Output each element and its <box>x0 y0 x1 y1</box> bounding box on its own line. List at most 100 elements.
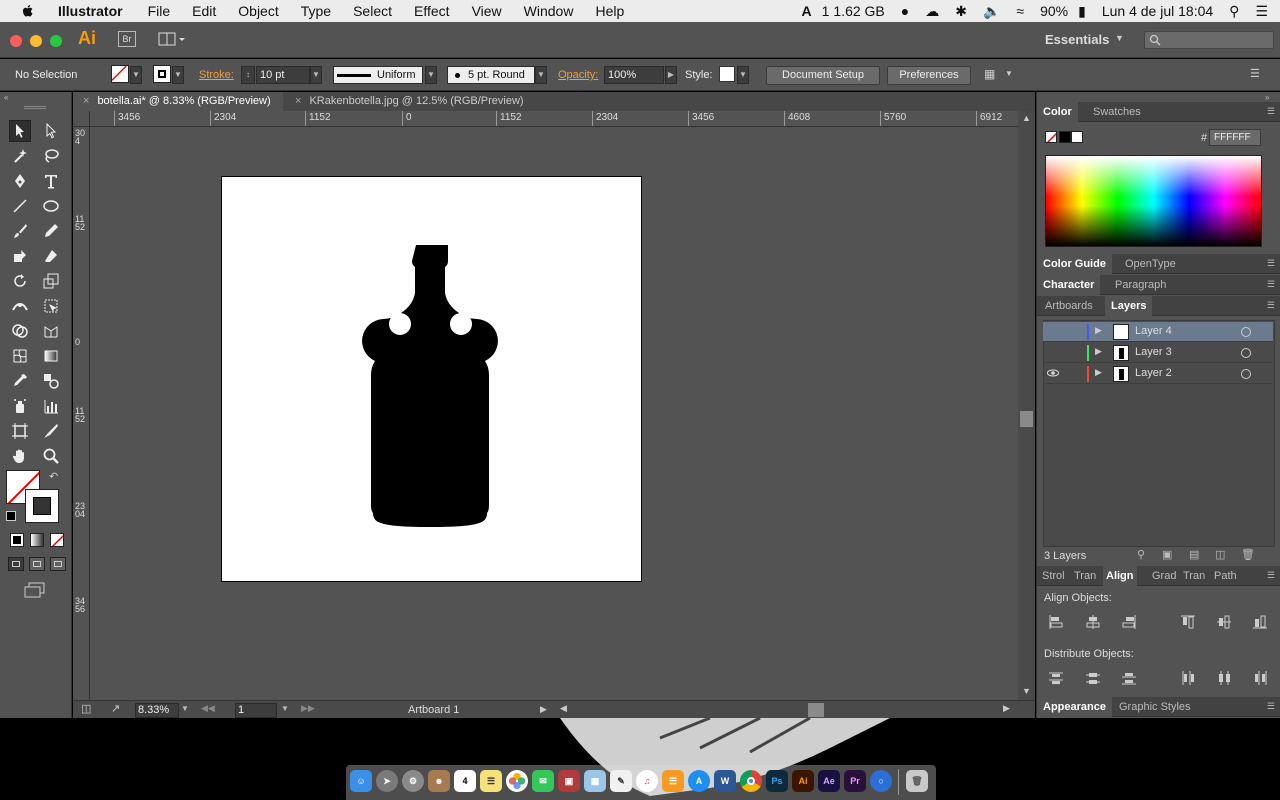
mesh-tool[interactable] <box>9 345 31 367</box>
dock-calendar[interactable]: 4 <box>454 770 476 792</box>
stroke-weight-stepper[interactable]: ↕ <box>241 66 255 84</box>
layer-name[interactable]: Layer 4 <box>1135 325 1172 337</box>
workspace-switcher[interactable]: Essentials <box>1045 32 1109 47</box>
pencil-tool[interactable] <box>40 220 62 242</box>
layer-row[interactable]: ▶ Layer 3 <box>1043 343 1273 363</box>
tab-stroke[interactable]: Strol <box>1039 566 1068 586</box>
scale-tool[interactable] <box>40 270 62 292</box>
vertical-align-center-icon[interactable] <box>1216 614 1232 630</box>
share-icon[interactable]: ↗ <box>111 702 120 715</box>
color-mode-button[interactable] <box>10 533 24 547</box>
scroll-up-icon[interactable]: ▲ <box>1022 113 1031 123</box>
horizontal-align-left-icon[interactable] <box>1048 614 1064 630</box>
tab-gradient[interactable]: Grad <box>1149 566 1179 586</box>
layer-target-icon[interactable] <box>1241 327 1251 337</box>
tab-graphic-styles[interactable]: Graphic Styles <box>1113 697 1197 717</box>
minimize-window-button[interactable] <box>30 35 42 47</box>
artboard-number-field[interactable]: 1 <box>235 703 277 718</box>
adobe-icon[interactable]: A <box>801 3 811 19</box>
close-icon[interactable]: × <box>295 95 301 107</box>
artboard-tool[interactable] <box>9 420 31 442</box>
dock-after-effects[interactable]: Ae <box>818 770 840 792</box>
cloud-icon[interactable]: ☁ <box>925 3 939 20</box>
document-setup-button[interactable]: Document Setup <box>766 66 880 85</box>
vertical-align-top-icon[interactable] <box>1180 614 1196 630</box>
tab-krakenbotella-jpg[interactable]: × KRakenbotella.jpg @ 12.5% (RGB/Preview) <box>285 92 535 111</box>
create-new-layer-icon[interactable]: ◫ <box>1215 548 1225 561</box>
dock-preview[interactable]: ▦ <box>584 770 606 792</box>
horizontal-scrollbar[interactable]: ◀ ▶ <box>558 703 1013 717</box>
perspective-grid-tool[interactable] <box>40 320 62 342</box>
expand-arrow-icon[interactable]: ▶ <box>1095 346 1102 357</box>
menu-type[interactable]: Type <box>301 3 331 19</box>
free-transform-tool[interactable] <box>40 295 62 317</box>
none-color-chip[interactable] <box>1045 131 1057 143</box>
vertical-align-bottom-icon[interactable] <box>1252 614 1268 630</box>
style-dropdown-caret[interactable]: ▼ <box>737 66 749 84</box>
layer-row[interactable]: ▶ Layer 2 <box>1043 364 1273 384</box>
panel-menu-icon[interactable]: ☰ <box>1267 279 1275 290</box>
tab-opentype[interactable]: OpenType <box>1119 254 1182 274</box>
type-tool[interactable] <box>40 170 62 192</box>
vertical-distribute-top-icon[interactable] <box>1048 670 1064 686</box>
panel-menu-icon[interactable]: ☰ <box>1267 106 1275 117</box>
layer-name[interactable]: Layer 2 <box>1135 367 1172 379</box>
stroke-color-box[interactable] <box>25 489 59 523</box>
visibility-eye-icon[interactable] <box>1047 369 1059 377</box>
dock-illustrator[interactable]: Ai <box>792 770 814 792</box>
panel-menu-icon[interactable]: ☰ <box>1267 701 1275 712</box>
stroke-weight-dropdown[interactable]: ▼ <box>310 66 322 84</box>
vertical-distribute-bottom-icon[interactable] <box>1121 670 1137 686</box>
stroke-swatch[interactable] <box>153 65 171 83</box>
scroll-left-icon[interactable]: ◀ <box>560 703 567 714</box>
dock-chrome[interactable] <box>740 770 762 792</box>
layer-row[interactable]: ▶ Layer 4 <box>1043 322 1273 342</box>
expand-arrow-icon[interactable]: ▶ <box>1095 325 1102 336</box>
opacity-label[interactable]: Opacity: <box>558 69 598 81</box>
slice-tool[interactable] <box>40 420 62 442</box>
rotate-tool[interactable] <box>9 270 31 292</box>
symbol-sprayer-tool[interactable] <box>9 395 31 417</box>
dock-launchpad[interactable]: ➤ <box>376 770 398 792</box>
tab-botella-ai[interactable]: × botella.ai* @ 8.33% (RGB/Preview) <box>73 92 283 111</box>
tab-color-guide[interactable]: Color Guide <box>1037 254 1112 274</box>
tab-character[interactable]: Character <box>1037 275 1101 295</box>
panel-menu-icon[interactable]: ☰ <box>1267 300 1275 311</box>
menu-select[interactable]: Select <box>353 3 392 19</box>
ellipse-tool[interactable] <box>40 195 62 217</box>
eraser-tool[interactable] <box>40 245 62 267</box>
gpu-preview-icon[interactable]: ◫ <box>81 702 91 715</box>
artboard-name[interactable]: Artboard 1 <box>408 704 459 716</box>
delete-layer-icon[interactable]: 🗑 <box>1241 548 1255 561</box>
dock-trash[interactable]: 🗑 <box>906 770 928 792</box>
color-spectrum[interactable] <box>1045 155 1262 247</box>
zoom-level-field[interactable]: 8.33% <box>135 703 179 718</box>
hand-tool[interactable] <box>9 445 31 467</box>
black-color-chip[interactable] <box>1059 131 1071 143</box>
zoom-dropdown-icon[interactable]: ▼ <box>181 704 189 713</box>
make-clipping-mask-icon[interactable]: ▣ <box>1162 548 1172 561</box>
dock-finder[interactable]: ☺ <box>350 770 372 792</box>
panel-menu-icon[interactable]: ☰ <box>1250 67 1260 80</box>
draw-inside-button[interactable] <box>50 557 66 571</box>
layer-target-icon[interactable] <box>1241 369 1251 379</box>
dock-photoshop[interactable]: Ps <box>766 770 788 792</box>
dock-browser[interactable]: ○ <box>870 770 892 792</box>
opacity-dropdown-caret[interactable]: ▶ <box>665 66 677 84</box>
width-tool[interactable] <box>9 295 31 317</box>
create-sublayer-icon[interactable]: ▤ <box>1189 548 1199 561</box>
menu-help[interactable]: Help <box>595 3 624 19</box>
close-icon[interactable]: × <box>83 95 89 107</box>
dock-photo-booth[interactable]: ▣ <box>558 770 580 792</box>
scroll-right-icon[interactable]: ▶ <box>1003 703 1010 714</box>
vertical-scrollbar[interactable]: ▲ ▼ <box>1018 111 1035 700</box>
direct-selection-tool[interactable] <box>40 120 62 142</box>
white-color-chip[interactable] <box>1071 131 1083 143</box>
none-mode-button[interactable] <box>50 533 64 547</box>
menu-view[interactable]: View <box>472 3 502 19</box>
artboard-dropdown-icon[interactable]: ▼ <box>281 704 289 713</box>
bluetooth-icon[interactable]: ✱ <box>955 3 967 20</box>
dock-contacts[interactable]: ☻ <box>428 770 450 792</box>
default-fill-stroke-icon[interactable] <box>6 511 16 521</box>
paintbrush-tool[interactable] <box>9 220 31 242</box>
